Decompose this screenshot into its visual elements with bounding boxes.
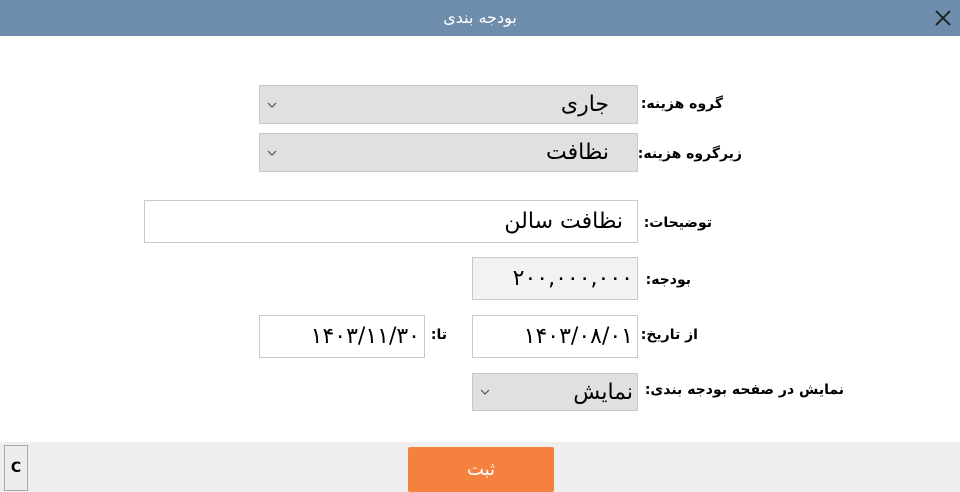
budget-input[interactable]: ۲۰۰,۰۰۰,۰۰۰: [472, 257, 638, 300]
chevron-down-icon: [267, 102, 277, 108]
window-title: بودجه بندی: [443, 8, 517, 27]
from-date-input[interactable]: ۱۴۰۳/۰۸/۰۱: [472, 315, 638, 358]
expense-group-label: گروه هزینه:: [640, 96, 723, 112]
expense-group-value: جاری: [560, 92, 609, 117]
expense-subgroup-value: نظافت: [546, 140, 609, 165]
close-icon: [935, 10, 951, 26]
description-label: توضیحات:: [643, 215, 712, 231]
from-date-label: از تاریخ:: [640, 327, 698, 343]
c-button[interactable]: C: [4, 445, 28, 491]
expense-subgroup-select[interactable]: نظافت: [259, 133, 638, 172]
expense-subgroup-label: زیرگروه هزینه:: [637, 146, 742, 162]
show-in-budget-page-select[interactable]: نمایش: [472, 373, 638, 411]
from-date-value: ۱۴۰۳/۰۸/۰۱: [523, 324, 633, 349]
description-input[interactable]: نظافت سالن: [144, 200, 638, 243]
budget-label: بودجه:: [645, 272, 691, 288]
expense-group-select[interactable]: جاری: [259, 85, 638, 124]
chevron-down-icon: [267, 150, 277, 156]
chevron-down-icon: [480, 389, 490, 395]
show-in-budget-page-value: نمایش: [573, 379, 633, 405]
budget-value: ۲۰۰,۰۰۰,۰۰۰: [512, 266, 633, 291]
description-value: نظافت سالن: [504, 209, 623, 234]
close-button[interactable]: [928, 4, 958, 32]
to-date-value: ۱۴۰۳/۱۱/۳۰: [310, 324, 420, 349]
to-date-label: تا:: [430, 327, 447, 343]
show-in-budget-page-label: نمایش در صفحه بودجه بندی:: [644, 382, 844, 398]
submit-button[interactable]: ثبت: [408, 447, 554, 492]
to-date-input[interactable]: ۱۴۰۳/۱۱/۳۰: [259, 315, 425, 358]
